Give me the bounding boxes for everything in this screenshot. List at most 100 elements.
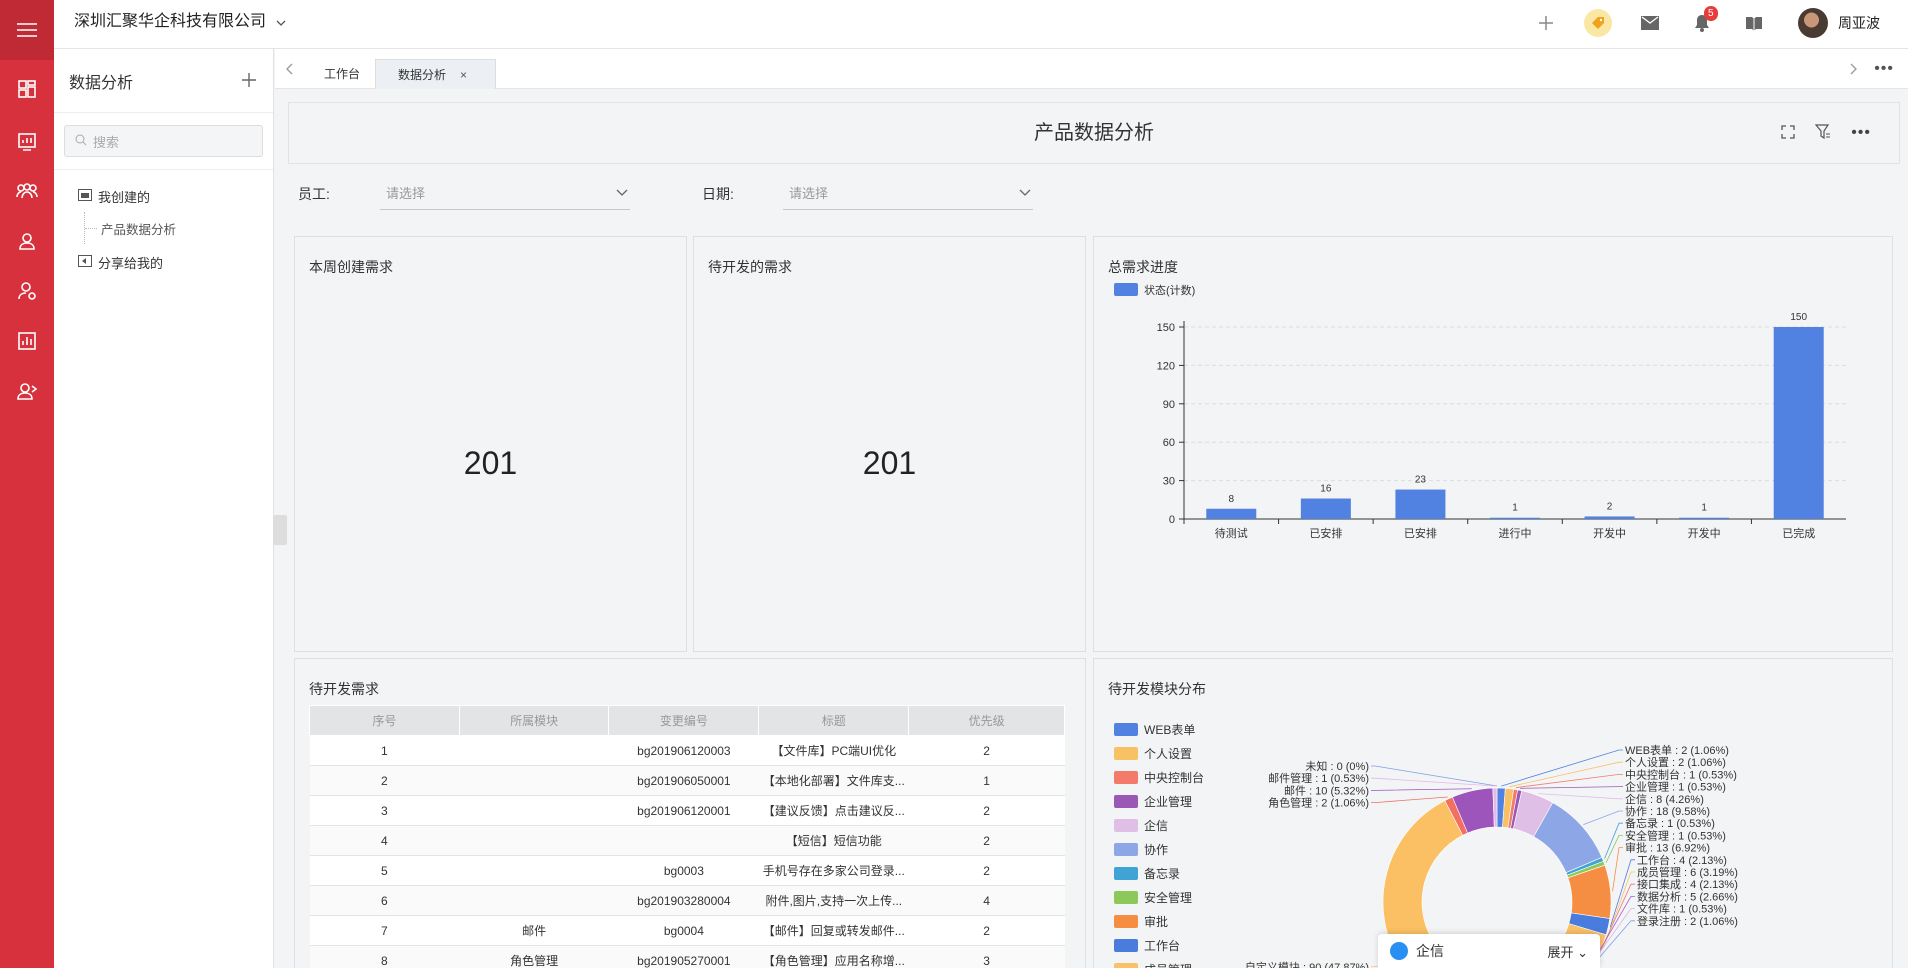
pie-slice-label: 未知 : 0 (0%) xyxy=(1305,759,1369,773)
page-title: 产品数据分析 xyxy=(1034,122,1154,144)
table-cell: 2 xyxy=(908,735,1065,766)
app-rail xyxy=(0,0,54,968)
pie-leader-line xyxy=(1371,765,1498,787)
tree-item-label: 产品数据分析 xyxy=(101,222,177,237)
tree-item-product-analysis[interactable]: 产品数据分析 xyxy=(84,212,273,244)
add-icon[interactable] xyxy=(1520,0,1572,46)
bar xyxy=(1773,327,1824,519)
filter-icon[interactable] xyxy=(1814,123,1831,143)
table-cell: 角色管理 xyxy=(459,945,609,968)
contacts-icon[interactable] xyxy=(0,366,54,416)
employee-select[interactable]: 请选择 xyxy=(380,178,630,210)
pie-slice-label: 文件库 : 1 (0.53%) xyxy=(1637,902,1727,916)
user-menu[interactable]: 周亚波 xyxy=(1780,8,1908,38)
hamburger-menu-icon[interactable] xyxy=(0,0,54,60)
report-icon[interactable] xyxy=(0,116,54,166)
table-cell: 1 xyxy=(309,735,460,766)
bar-value-label: 1 xyxy=(1512,503,1518,514)
column-header: 序号 xyxy=(309,705,460,736)
tree-node-label: 我创建的 xyxy=(98,189,151,205)
pie-slice-label: 个人设置 : 2 (1.06%) xyxy=(1625,756,1726,769)
dashboard-icon[interactable] xyxy=(0,64,54,114)
y-tick-label: 30 xyxy=(1163,476,1175,488)
user-icon[interactable] xyxy=(0,216,54,266)
company-name: 深圳汇聚华企科技有限公司 xyxy=(74,13,267,31)
mail-icon[interactable] xyxy=(1624,0,1676,46)
bar xyxy=(1395,489,1446,519)
team-icon[interactable] xyxy=(0,166,54,216)
table-cell: 2 xyxy=(309,765,460,796)
table-cell: 手机号存在多家公司登录... xyxy=(758,855,909,886)
expand-label: 展开 xyxy=(1547,944,1574,960)
table-row[interactable]: 2 bg201906050001 【本地化部署】文件库支... 1 xyxy=(309,765,1065,796)
table-row[interactable]: 4 【短信】短信功能 2 xyxy=(309,825,1065,856)
table-cell xyxy=(459,765,609,796)
table-row[interactable]: 6 bg201903280004 附件,图片,支持一次上传... 4 xyxy=(309,885,1065,916)
table-cell: 4 xyxy=(908,885,1065,916)
search-placeholder: 搜索 xyxy=(93,134,120,150)
tree-node-my-created[interactable]: 我创建的 xyxy=(78,180,273,212)
table-row[interactable]: 1 bg201906120003 【文件库】PC端UI优化 2 xyxy=(309,735,1065,766)
user-name: 周亚波 xyxy=(1838,15,1880,31)
chevron-left-icon[interactable] xyxy=(285,49,293,89)
page-header: 产品数据分析 ••• xyxy=(288,102,1900,164)
table-row[interactable]: 7 邮件 bg0004 【邮件】回复或转发邮件... 2 xyxy=(309,915,1065,946)
x-tick-label: 开发中 xyxy=(1688,526,1721,540)
sidebar-collapse-handle[interactable] xyxy=(273,515,287,545)
y-tick-label: 60 xyxy=(1163,437,1175,449)
table-cell xyxy=(459,795,609,826)
bar-chart: 状态(计数) 0 30 60 90 120 150 8 待测试 16 已安排 23 已安排 1 进行中 2 开发… xyxy=(1114,283,1846,540)
table-cell: 2 xyxy=(908,795,1065,826)
table-row[interactable]: 3 bg201906120001 【建议反馈】点击建议反... 2 xyxy=(309,795,1065,826)
table-cell: 2 xyxy=(908,855,1065,886)
more-options-icon[interactable]: ••• xyxy=(1851,124,1871,142)
close-icon[interactable]: × xyxy=(460,68,467,82)
card-pending-requirements: 待开发的需求 201 xyxy=(693,236,1086,652)
expand-button[interactable]: 展开 ⌄ xyxy=(1547,942,1588,961)
bell-icon[interactable]: 5 xyxy=(1676,0,1728,46)
table-row[interactable]: 5 bg0003 手机号存在多家公司登录... 2 xyxy=(309,855,1065,886)
chevron-down-icon xyxy=(616,189,628,196)
bar xyxy=(1300,498,1351,519)
shared-folder-icon xyxy=(78,254,98,270)
tree-node-shared[interactable]: 分享给我的 xyxy=(78,246,273,278)
y-tick-label: 150 xyxy=(1157,322,1175,334)
pie-chart: WEB表单 : 2 (1.06%)个人设置 : 2 (1.06%)中央控制台 :… xyxy=(1245,743,1738,968)
fullscreen-icon[interactable] xyxy=(1781,124,1795,142)
pie-slice-label: 中央控制台 : 1 (0.53%) xyxy=(1625,767,1737,781)
pie-slice-label: 登录注册 : 2 (1.06%) xyxy=(1637,914,1738,928)
tab-bar: 工作台 数据分析 × ••• xyxy=(275,49,1908,89)
pie-slice-label: 角色管理 : 2 (1.06%) xyxy=(1268,796,1369,810)
chevron-right-icon[interactable] xyxy=(1850,49,1858,89)
chat-widget[interactable]: 企信 展开 ⌄ xyxy=(1378,934,1600,968)
legend-swatch xyxy=(1114,283,1138,296)
more-icon[interactable]: ••• xyxy=(1874,49,1894,89)
table-cell: 2 xyxy=(908,825,1065,856)
table-row[interactable]: 8 角色管理 bg201905270001 【角色管理】应用名称增... 3 xyxy=(309,945,1065,968)
pie-leader-line xyxy=(1371,796,1448,804)
add-report-button[interactable] xyxy=(241,70,257,92)
table-cell: bg201903280004 xyxy=(608,885,759,916)
tab-workbench[interactable]: 工作台 xyxy=(310,59,374,89)
book-icon[interactable] xyxy=(1728,0,1780,46)
pie-slice-label: 审批 : 13 (6.92%) xyxy=(1625,841,1710,855)
date-select[interactable]: 请选择 xyxy=(783,178,1033,210)
chevron-down-icon xyxy=(276,0,286,44)
column-header: 所属模块 xyxy=(458,705,610,736)
table-cell: 【角色管理】应用名称增... xyxy=(758,945,909,968)
company-switcher[interactable]: 深圳汇聚华企科技有限公司 xyxy=(74,0,286,46)
pie-slice-label: 自定义模块 : 90 (47.87%) xyxy=(1245,960,1369,968)
table-cell: bg201906050001 xyxy=(608,765,759,796)
table-cell: 3 xyxy=(309,795,460,826)
table-cell: 7 xyxy=(309,915,460,946)
table-cell: bg201906120001 xyxy=(608,795,759,826)
chart-board-icon[interactable] xyxy=(0,316,54,366)
x-tick-label: 待测试 xyxy=(1215,526,1248,540)
chat-icon xyxy=(1390,942,1408,960)
tab-analytics[interactable]: 数据分析 × xyxy=(375,59,497,89)
card-title: 待开发需求 xyxy=(309,681,379,697)
chevron-down-icon xyxy=(1019,189,1031,196)
search-input[interactable]: 搜索 xyxy=(64,125,263,157)
user-settings-icon[interactable] xyxy=(0,266,54,316)
tag-icon[interactable] xyxy=(1572,0,1624,46)
